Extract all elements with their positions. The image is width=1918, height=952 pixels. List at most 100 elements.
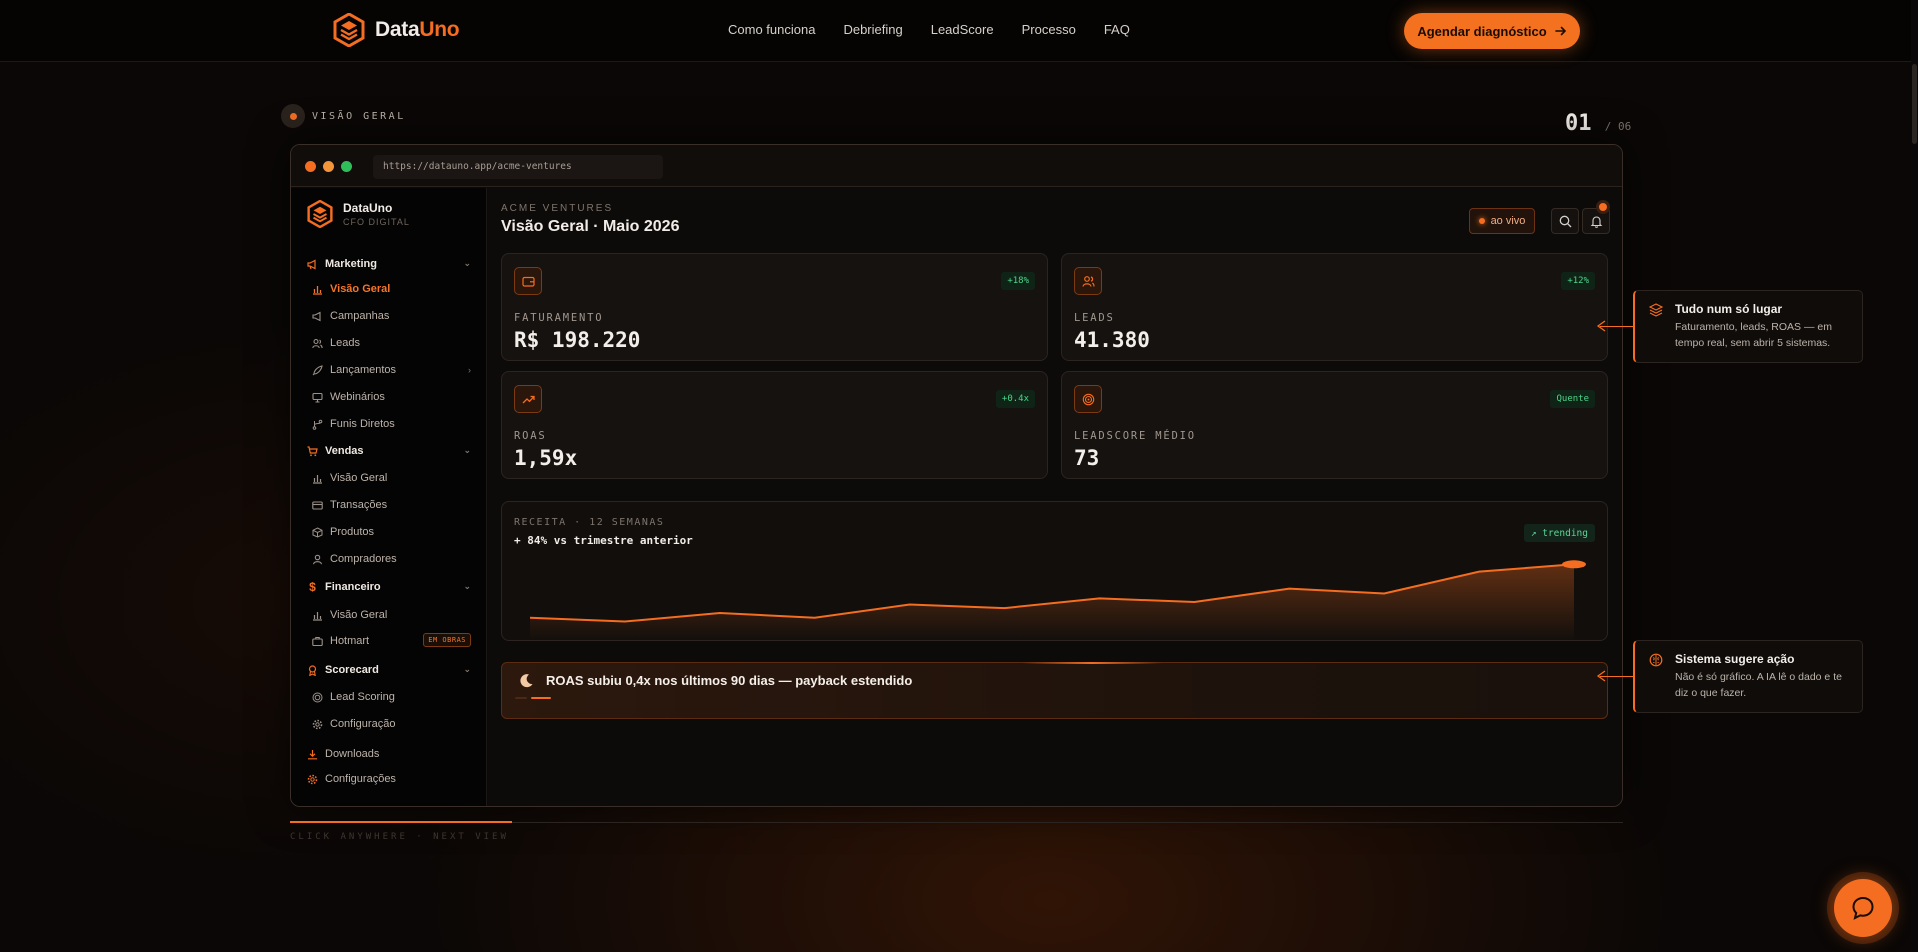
schedule-diagnosis-button[interactable]: Agendar diagnóstico [1404,13,1580,49]
brand-name: DataUno [375,18,460,41]
sidebar-item-hotmart[interactable]: Hotmart EM OBRAS [312,633,471,647]
top-navigation: DataUno Como funciona Debriefing LeadSco… [0,0,1918,62]
live-dot-icon [1478,218,1485,224]
brand-logo[interactable]: DataUno [333,13,460,47]
revenue-line-chart [529,560,1586,640]
chevron-down-icon: ⌄ [463,581,471,591]
kpi-card-faturamento[interactable]: +18% FATURAMENTO R$ 198.220 [501,253,1048,361]
section-label-text: VISÃO GERAL [312,110,406,122]
sidebar-group-scorecard[interactable]: Scorecard ⌄ [307,664,471,676]
alert-highlight-line [1022,662,1162,664]
sidebar-brand-name: DataUno [343,201,393,215]
kpi-value: 41.380 [1074,328,1150,352]
kpi-delta: +12% [1561,272,1595,290]
search-icon [1559,215,1571,227]
counter-total: / 06 [1604,120,1632,133]
datauno-logo-icon [307,200,333,228]
browser-url-bar: https://datauno.app/acme-ventures [373,155,663,179]
sidebar-item-label: Produtos [330,526,375,538]
kpi-card-roas[interactable]: +0.4x ROAS 1,59x [501,371,1048,479]
company-name: ACME VENTURES [501,203,614,214]
traffic-light-maximize-icon [341,161,352,172]
notification-indicator-icon [1596,200,1610,214]
kpi-card-leadscore-medio[interactable]: Quente LEADSCORE MÉDIO 73 [1061,371,1608,479]
sidebar-item-label: Funis Diretos [330,418,395,430]
sidebar-item-lancamentos[interactable]: Lançamentos › [312,364,471,376]
chevron-down-icon: ⌄ [463,258,471,268]
sidebar-item-webinarios[interactable]: Webinários [312,391,471,403]
arrow-left-icon [1596,320,1606,332]
sidebar-item-configuracao[interactable]: Configuração [312,718,471,730]
git-branch-icon [312,419,323,430]
gear-icon [312,719,323,730]
download-icon [307,749,318,760]
search-button[interactable] [1551,208,1579,234]
sidebar-item-lead-scoring[interactable]: Lead Scoring [312,691,471,703]
sidebar-item-label: Visão Geral [330,283,391,295]
nav-link-debriefing[interactable]: Debriefing [843,22,902,37]
sidebar-item-label: Lead Scoring [330,691,395,703]
user-icon [312,554,323,565]
kpi-label: LEADSCORE MÉDIO [1074,430,1196,442]
revenue-chart-card: RECEITA · 12 SEMANAS + 84% vs trimestre … [501,501,1608,641]
kpi-label: LEADS [1074,312,1115,324]
next-view-hint: CLICK ANYWHERE · NEXT VIEW [290,832,509,842]
sidebar-group-financeiro[interactable]: $ Financeiro ⌄ [307,580,471,594]
sidebar-brand[interactable]: DataUno CFO DIGITAL [307,200,410,228]
browser-mockup: https://datauno.app/acme-ventures DataUn… [290,144,1623,807]
section-dot-icon [281,104,305,128]
megaphone-icon [307,259,318,270]
live-status-badge[interactable]: ao vivo [1469,208,1535,234]
kpi-label: ROAS [514,430,547,442]
sidebar-item-leads[interactable]: Leads [312,337,471,349]
bell-icon [1590,215,1602,228]
nav-link-leadscore[interactable]: LeadScore [931,22,994,37]
arrow-right-icon [1554,26,1566,36]
sidebar-item-vendas-visao-geral[interactable]: Visão Geral [312,472,471,484]
nav-link-como-funciona[interactable]: Como funciona [728,22,815,37]
sidebar-item-label: Leads [330,337,360,349]
target-icon [312,692,323,703]
traffic-light-minimize-icon [323,161,334,172]
ai-insight-alert[interactable]: ROAS subiu 0,4x nos últimos 90 dias — pa… [501,662,1608,719]
award-icon [307,664,318,676]
users-icon [1074,267,1102,295]
nav-link-processo[interactable]: Processo [1022,22,1076,37]
sidebar-item-marketing-visao-geral[interactable]: Visão Geral [312,283,471,295]
sidebar-group-vendas[interactable]: Vendas ⌄ [307,445,471,457]
brain-icon [1649,653,1663,667]
megaphone-icon [312,311,323,322]
bar-chart-icon [312,284,323,295]
sidebar-group-label: Vendas [325,445,364,457]
scrollbar-thumb[interactable] [1912,64,1917,144]
sidebar-item-funis-diretos[interactable]: Funis Diretos [312,418,471,430]
briefcase-icon [312,636,323,647]
alert-progress-track [515,697,527,699]
sidebar-item-label: Campanhas [330,310,390,322]
sidebar-item-configuracoes[interactable]: Configurações [307,773,466,785]
live-label: ao vivo [1490,215,1526,227]
sidebar-item-transacoes[interactable]: Transações [312,499,471,511]
progress-indicator [290,821,512,823]
sidebar-item-produtos[interactable]: Produtos [312,526,471,538]
sidebar-item-campanhas[interactable]: Campanhas [312,310,471,322]
alert-text: ROAS subiu 0,4x nos últimos 90 dias — pa… [546,673,913,688]
kpi-value: R$ 198.220 [514,328,641,352]
callout-body: Não é só gráfico. A IA lê o dado e te di… [1675,671,1842,699]
kpi-card-leads[interactable]: +12% LEADS 41.380 [1061,253,1608,361]
sidebar-group-marketing[interactable]: Marketing ⌄ [307,258,471,270]
sidebar-item-label: Visão Geral [330,472,388,484]
browser-titlebar: https://datauno.app/acme-ventures [291,145,1622,187]
sidebar-item-financeiro-visao-geral[interactable]: Visão Geral [312,609,471,621]
callout-sistema-sugere-acao: Sistema sugere ação Não é só gráfico. A … [1633,640,1863,713]
sidebar-item-label: Visão Geral [330,609,388,621]
credit-card-icon [312,500,323,511]
sidebar-item-compradores[interactable]: Compradores [312,553,471,565]
nav-link-faq[interactable]: FAQ [1104,22,1130,37]
bar-chart-icon [312,610,323,621]
chat-button[interactable] [1827,872,1899,944]
sidebar-group-label: Scorecard [325,664,379,676]
sidebar-item-downloads[interactable]: Downloads [307,748,466,760]
nav-links: Como funciona Debriefing LeadScore Proce… [728,22,1130,37]
alert-progress-fill [531,697,551,699]
